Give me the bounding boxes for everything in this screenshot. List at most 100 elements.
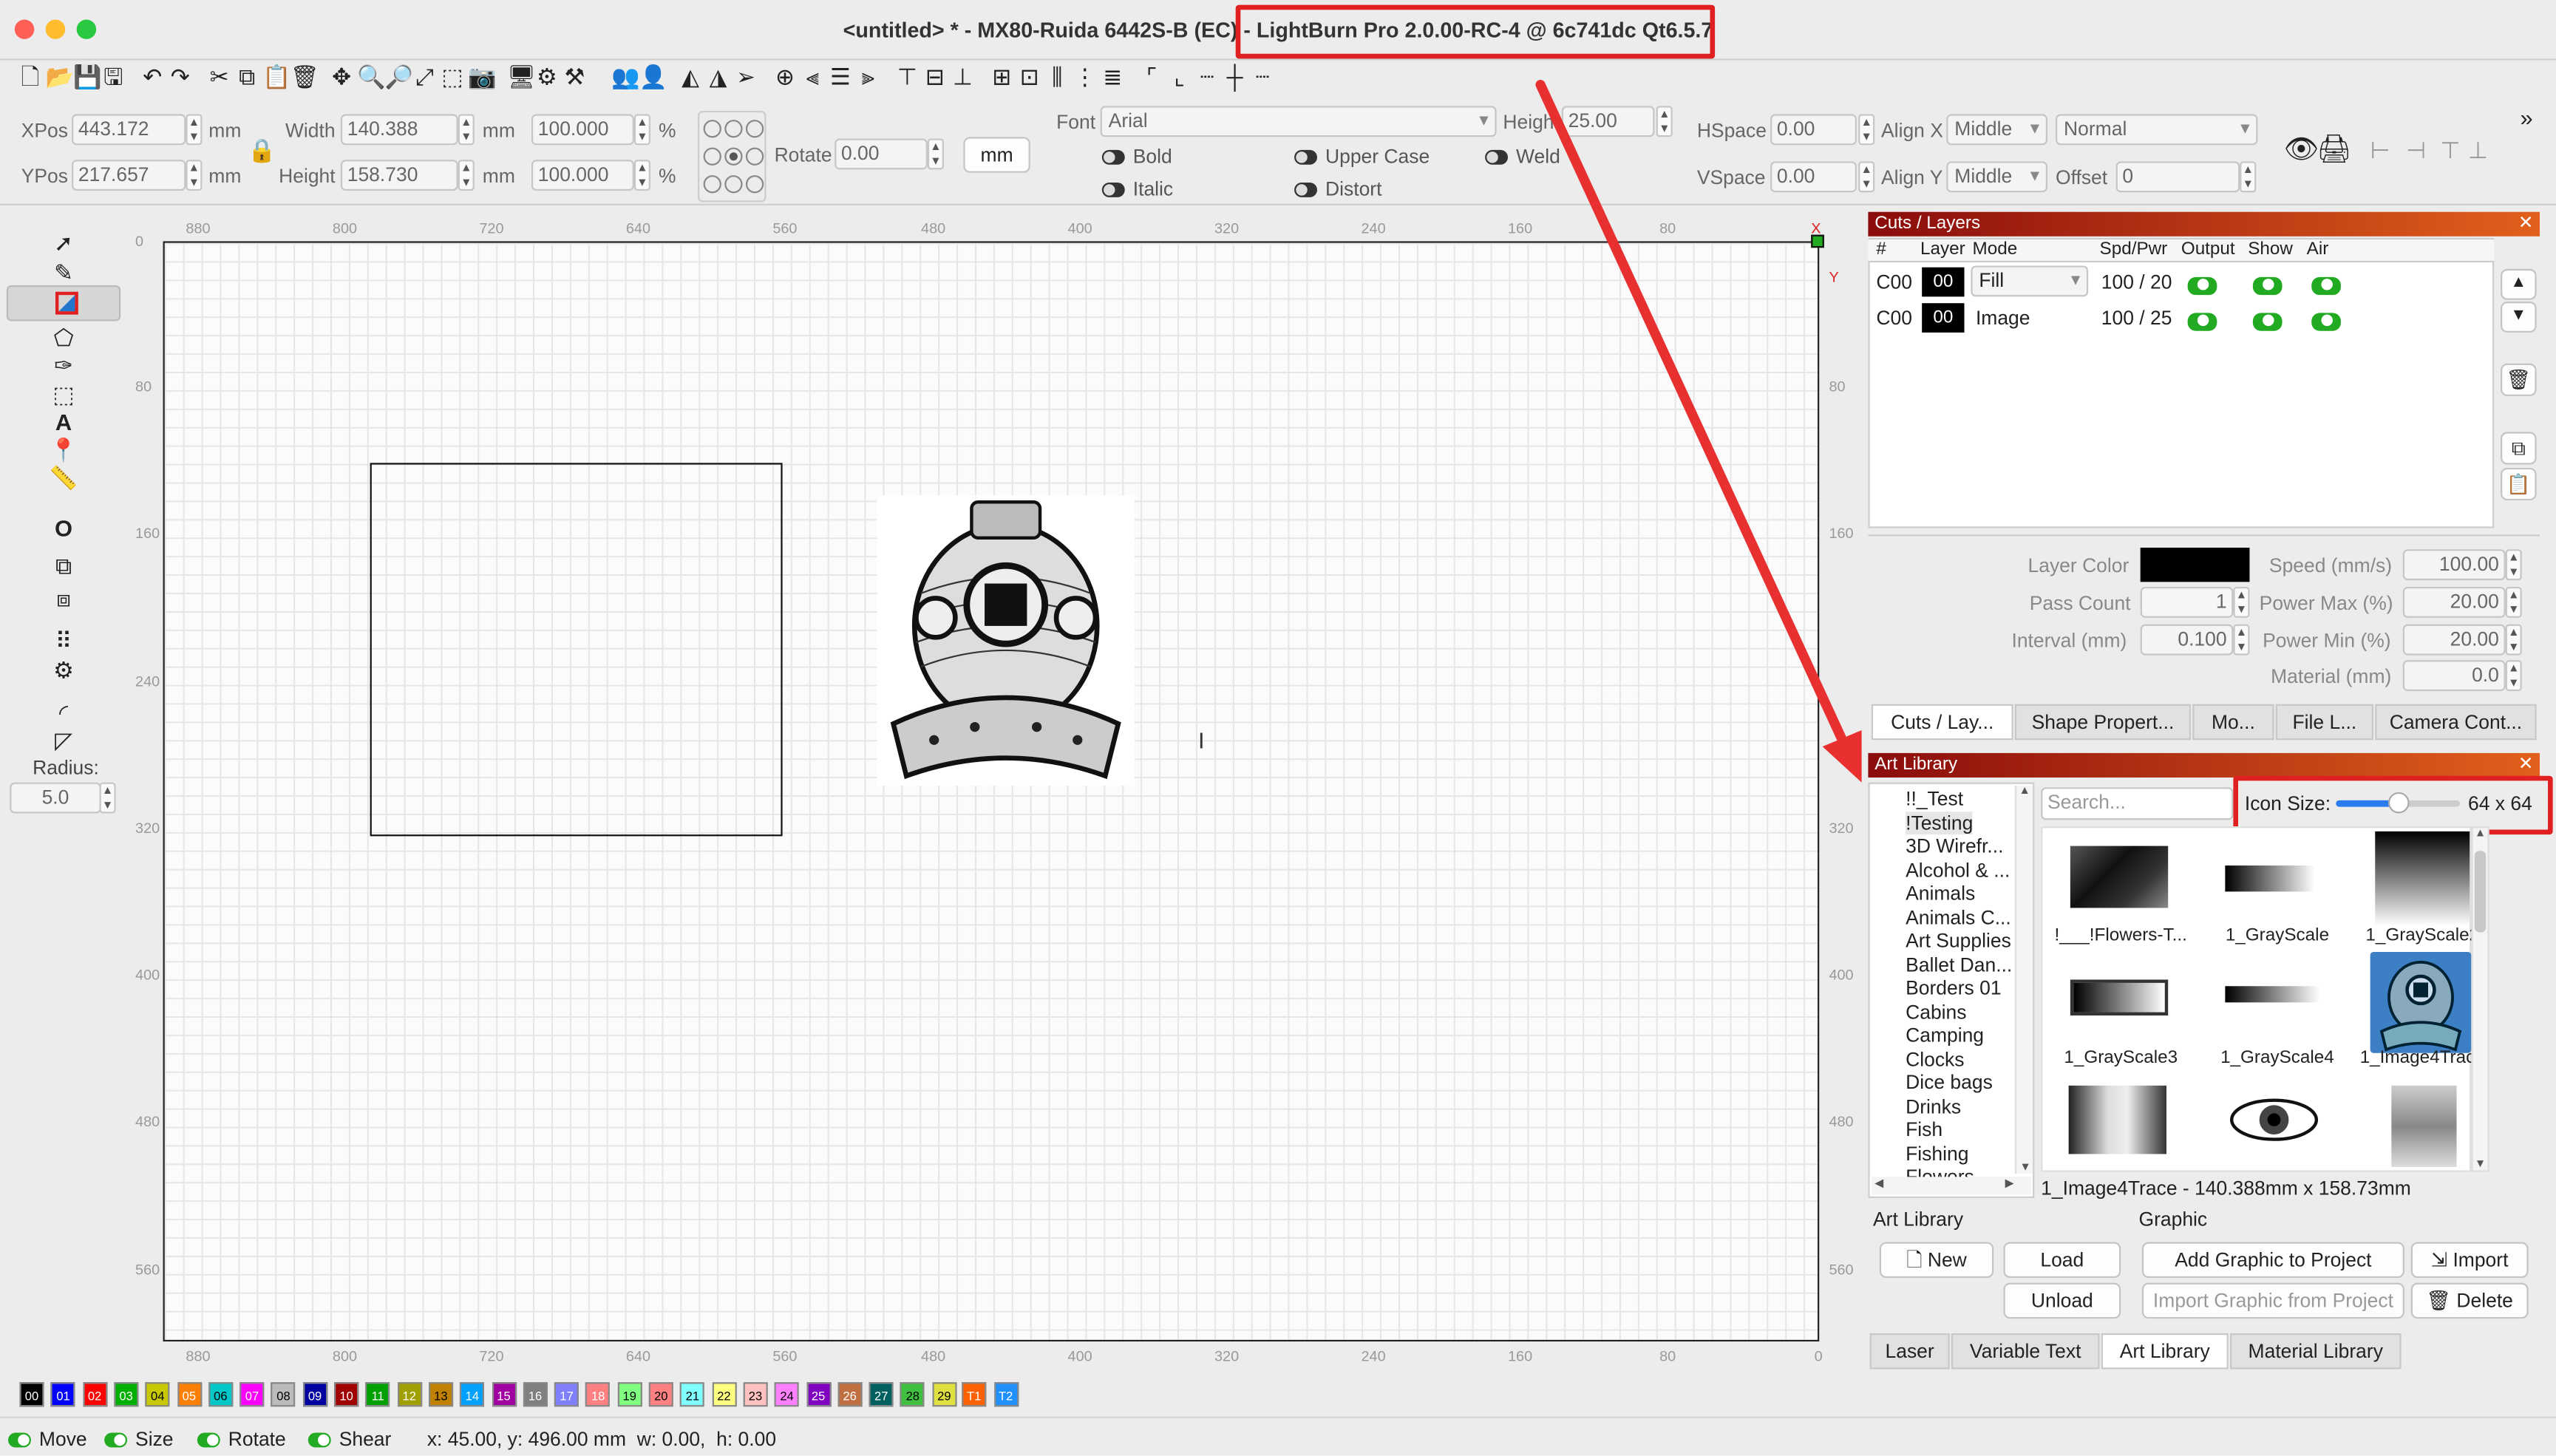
font-height-input[interactable]: 25.00: [1561, 106, 1655, 137]
tab-material-library[interactable]: Material Library: [2229, 1333, 2402, 1370]
dash-line-2-icon[interactable]: ┈: [1251, 64, 1275, 89]
polygon-tool-icon[interactable]: ⬠: [49, 323, 78, 353]
align-x-select[interactable]: Middle: [1946, 114, 2047, 146]
palette-swatch-14[interactable]: 14: [460, 1382, 485, 1407]
scale-width-spinner[interactable]: ▲ ▼: [633, 114, 650, 146]
dash-line-icon[interactable]: ┈: [1195, 64, 1220, 89]
rotate-input[interactable]: 0.00: [835, 138, 928, 170]
frame-tool-icon[interactable]: ⬚: [49, 380, 78, 409]
palette-swatch-22[interactable]: 22: [711, 1382, 736, 1407]
palette-swatch-10[interactable]: 10: [334, 1382, 359, 1407]
thumb-person[interactable]: [2391, 1085, 2457, 1168]
library-list-item[interactable]: Fishing: [1906, 1142, 1968, 1166]
output-toggle[interactable]: [2187, 310, 2226, 333]
target-icon[interactable]: ⊕: [772, 64, 797, 89]
units-toggle-button[interactable]: mm: [963, 137, 1030, 173]
ypos-input[interactable]: 217.657: [72, 160, 186, 191]
distribute-v-icon[interactable]: ⊡: [1017, 64, 1041, 89]
tools-icon[interactable]: ⚒: [562, 64, 587, 89]
settings-icon[interactable]: ⚙: [534, 64, 559, 89]
palette-swatch-04[interactable]: 04: [145, 1382, 170, 1407]
library-list-item[interactable]: Dice bags: [1906, 1071, 1993, 1095]
library-list-item[interactable]: Animals: [1906, 882, 1975, 905]
scale-height-input[interactable]: 100.000: [531, 160, 634, 191]
weld-toggle[interactable]: Weld: [1485, 145, 1560, 168]
palette-swatch-26[interactable]: 26: [837, 1382, 863, 1407]
distribute-h-icon[interactable]: ⊞: [990, 64, 1014, 89]
interval-input[interactable]: 0.100: [2140, 624, 2234, 656]
library-list-item[interactable]: Alcohol & ...: [1906, 858, 2010, 882]
pass-count-input[interactable]: 1: [2140, 586, 2234, 618]
power-min-spinner[interactable]: ▲ ▼: [2505, 624, 2522, 656]
tab-camera-control[interactable]: Camera Cont...: [2375, 704, 2537, 741]
output-toggle[interactable]: [2187, 274, 2226, 297]
grid-array-icon[interactable]: ⠿: [49, 626, 78, 656]
palette-swatch-T2[interactable]: T2: [993, 1382, 1019, 1407]
material-input[interactable]: 0.0: [2402, 660, 2506, 692]
offset-tool-icon[interactable]: O: [49, 514, 78, 543]
library-list-item[interactable]: Camping: [1906, 1024, 1984, 1047]
spacing-icon[interactable]: ≣: [1101, 64, 1125, 89]
hspace-spinner[interactable]: ▲ ▼: [1858, 114, 1875, 146]
cut-icon[interactable]: ✂: [207, 64, 231, 89]
palette-swatch-15[interactable]: 15: [491, 1382, 517, 1407]
delete-graphic-button[interactable]: 🗑 Delete: [2410, 1282, 2529, 1319]
vspace-spinner[interactable]: ▲ ▼: [1858, 161, 1875, 193]
rotate-toggle[interactable]: Rotate: [197, 1428, 286, 1451]
rectangle-tool-active[interactable]: [6, 285, 121, 322]
radius-input[interactable]: 5.0: [10, 782, 101, 814]
palette-swatch-03[interactable]: 03: [114, 1382, 139, 1407]
palette-swatch-17[interactable]: 17: [554, 1382, 579, 1407]
rounded-corner-icon[interactable]: ◜: [49, 698, 78, 727]
path-icon[interactable]: ⌞: [1167, 64, 1192, 89]
thumb-grayscale2[interactable]: [2359, 831, 2489, 933]
library-list-hscroll[interactable]: ◀ ▶: [1871, 1177, 2031, 1195]
library-list-item[interactable]: Clocks: [1906, 1047, 1964, 1071]
dist-center-icon[interactable]: ⊣: [2406, 137, 2426, 164]
new-file-icon[interactable]: 🗋: [18, 64, 42, 89]
palette-swatch-24[interactable]: 24: [774, 1382, 800, 1407]
camera-icon[interactable]: 📷: [468, 64, 496, 89]
measure-tool-icon[interactable]: 📏: [49, 463, 78, 492]
xpos-input[interactable]: 443.172: [72, 114, 186, 146]
zoom-out-icon[interactable]: 🔎: [384, 64, 412, 89]
tab-art-library[interactable]: Art Library: [2101, 1333, 2229, 1370]
layer-mode-select[interactable]: Fill: [1971, 265, 2089, 297]
thumb-wolf[interactable]: [2068, 1085, 2166, 1154]
move-layer-down-button[interactable]: ▼: [2501, 301, 2537, 333]
palette-swatch-12[interactable]: 12: [397, 1382, 422, 1407]
palette-swatch-20[interactable]: 20: [648, 1382, 673, 1407]
library-list-item[interactable]: Animals C...: [1906, 905, 2011, 929]
palette-swatch-27[interactable]: 27: [869, 1382, 894, 1407]
new-library-button[interactable]: 🗋 New: [1879, 1242, 1994, 1279]
palette-swatch-13[interactable]: 13: [428, 1382, 453, 1407]
size-toggle[interactable]: Size: [104, 1428, 174, 1451]
paste-icon[interactable]: 📋: [262, 64, 290, 89]
send-icon[interactable]: ➢: [733, 64, 758, 89]
tab-shape-properties[interactable]: Shape Propert...: [2014, 704, 2192, 741]
rectangle-shape[interactable]: [370, 463, 783, 837]
open-file-icon[interactable]: 📂: [46, 64, 74, 89]
align-right-icon[interactable]: ⫸: [856, 64, 880, 89]
tab-variable-text[interactable]: Variable Text: [1951, 1333, 2100, 1370]
tab-laser[interactable]: Laser: [1869, 1333, 1950, 1370]
design-grid[interactable]: I: [163, 234, 1824, 1342]
redo-icon[interactable]: ↷: [168, 64, 192, 89]
hspace-input[interactable]: 0.00: [1770, 114, 1857, 146]
upper-case-toggle[interactable]: Upper Case: [1294, 145, 1430, 168]
font-select[interactable]: Arial: [1100, 106, 1497, 137]
layer-row[interactable]: C00 00 Fill 100 / 20: [1868, 265, 2494, 298]
radius-spinner[interactable]: ▲ ▼: [99, 782, 116, 814]
tab-move[interactable]: Mo...: [2192, 704, 2274, 741]
art-search-input[interactable]: Search...: [2041, 787, 2234, 820]
import-button[interactable]: ⇲ Import: [2410, 1242, 2529, 1279]
palette-swatch-06[interactable]: 06: [208, 1382, 233, 1407]
xpos-spinner[interactable]: ▲ ▼: [186, 114, 203, 146]
material-spinner[interactable]: ▲ ▼: [2505, 660, 2522, 692]
palette-swatch-16[interactable]: 16: [523, 1382, 548, 1407]
italic-toggle[interactable]: Italic: [1101, 177, 1173, 200]
library-list-item[interactable]: Art Supplies: [1906, 929, 2011, 953]
paste-layer-icon[interactable]: 📋: [2501, 467, 2537, 501]
palette-swatch-23[interactable]: 23: [743, 1382, 768, 1407]
palette-swatch-02[interactable]: 02: [82, 1382, 107, 1407]
